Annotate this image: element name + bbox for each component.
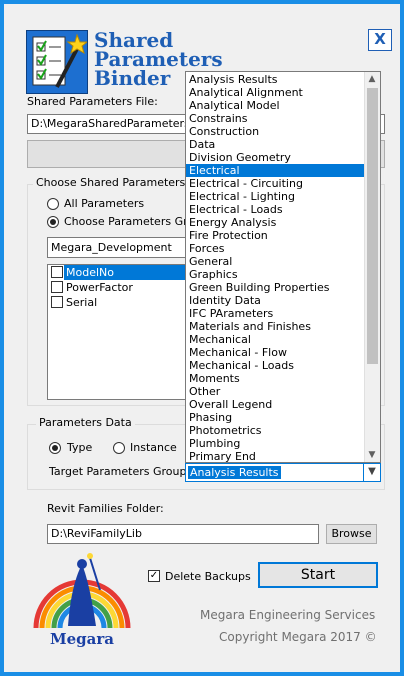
shared-params-file-label: Shared Parameters File: xyxy=(27,95,158,108)
dropdown-items: Analysis Results Analytical Alignment Anal… xyxy=(186,73,365,463)
checkbox[interactable] xyxy=(51,296,63,308)
target-group-value: Analysis Results xyxy=(188,466,281,479)
target-group-label: Target Parameters Group: xyxy=(49,465,191,478)
dropdown-item[interactable]: Identity Data xyxy=(186,294,365,307)
browse-button[interactable]: Browse xyxy=(326,524,377,544)
dropdown-item[interactable]: IFC PArameters xyxy=(186,307,365,320)
checkbox[interactable] xyxy=(51,266,63,278)
scroll-thumb[interactable] xyxy=(367,88,378,364)
dropdown-item[interactable]: Mechanical - Flow xyxy=(186,346,365,359)
dropdown-item[interactable]: Electrical - Circuiting xyxy=(186,177,365,190)
checklist-wand-icon xyxy=(26,30,89,94)
scroll-down-icon[interactable]: ▼ xyxy=(365,448,379,462)
copyright-text: Copyright Megara 2017 © xyxy=(219,630,377,644)
dropdown-item[interactable]: Primary End xyxy=(186,450,365,463)
instance-label: Instance xyxy=(130,441,177,454)
dropdown-item[interactable]: Mechanical - Loads xyxy=(186,359,365,372)
company-name: Megara Engineering Services xyxy=(200,608,376,622)
dropdown-item[interactable]: Data xyxy=(186,138,365,151)
checkbox[interactable] xyxy=(51,281,63,293)
dropdown-item[interactable]: Phasing xyxy=(186,411,365,424)
scroll-up-icon[interactable]: ▲ xyxy=(365,72,379,86)
dropdown-item[interactable]: Green Building Properties xyxy=(186,281,365,294)
dropdown-item[interactable]: Electrical - Loads xyxy=(186,203,365,216)
megara-logo: Megara xyxy=(30,550,134,650)
families-folder-field[interactable]: D:\ReviFamilyLib xyxy=(47,524,319,544)
dropdown-item[interactable]: Analytical Alignment xyxy=(186,86,365,99)
dropdown-item[interactable]: Constrains xyxy=(186,112,365,125)
type-radio[interactable] xyxy=(49,442,61,454)
dropdown-item[interactable]: Energy Analysis xyxy=(186,216,365,229)
dropdown-item[interactable]: Other xyxy=(186,385,365,398)
dropdown-item[interactable]: Electrical xyxy=(186,164,365,177)
dropdown-item[interactable]: Construction xyxy=(186,125,365,138)
dropdown-item[interactable]: Analytical Model xyxy=(186,99,365,112)
dropdown-item[interactable]: Fire Protection xyxy=(186,229,365,242)
choose-params-legend: Choose Shared Parameters xyxy=(33,176,189,189)
target-group-combo[interactable]: Analysis Results ▼ xyxy=(185,463,381,482)
dropdown-item[interactable]: Moments xyxy=(186,372,365,385)
dropdown-item[interactable]: General xyxy=(186,255,365,268)
dropdown-item[interactable]: Electrical - Lighting xyxy=(186,190,365,203)
target-group-dropdown: Analysis Results Analytical Alignment Anal… xyxy=(185,71,381,463)
dropdown-item[interactable]: Graphics xyxy=(186,268,365,281)
choose-group-radio[interactable] xyxy=(47,216,59,228)
dropdown-item[interactable]: Mechanical xyxy=(186,333,365,346)
type-label: Type xyxy=(67,441,93,454)
dropdown-item[interactable]: Plumbing xyxy=(186,437,365,450)
dropdown-item[interactable]: Analysis Results xyxy=(186,73,365,86)
dropdown-item[interactable]: Forces xyxy=(186,242,365,255)
title-line-3: Binder xyxy=(94,66,171,90)
families-folder-label: Revit Families Folder: xyxy=(47,502,164,515)
start-button[interactable]: Start xyxy=(258,562,378,588)
dropdown-item[interactable]: Materials and Finishes xyxy=(186,320,365,333)
all-params-radio[interactable] xyxy=(47,198,59,210)
dropdown-item[interactable]: Overall Legend xyxy=(186,398,365,411)
app-window: Shared Parameters Binder X Shared Parame… xyxy=(0,0,404,676)
close-button[interactable]: X xyxy=(368,29,392,51)
delete-backups-label: Delete Backups xyxy=(165,570,251,583)
delete-backups-checkbox[interactable]: ✓ xyxy=(148,570,160,582)
instance-radio[interactable] xyxy=(113,442,125,454)
dropdown-item[interactable]: Division Geometry xyxy=(186,151,365,164)
svg-text:Megara: Megara xyxy=(50,630,114,648)
all-params-label: All Parameters xyxy=(64,197,145,210)
chevron-down-icon[interactable]: ▼ xyxy=(363,464,380,481)
dropdown-item[interactable]: Photometrics xyxy=(186,424,365,437)
dropdown-scrollbar[interactable]: ▲ ▼ xyxy=(364,72,380,462)
parameters-data-legend: Parameters Data xyxy=(36,416,135,429)
